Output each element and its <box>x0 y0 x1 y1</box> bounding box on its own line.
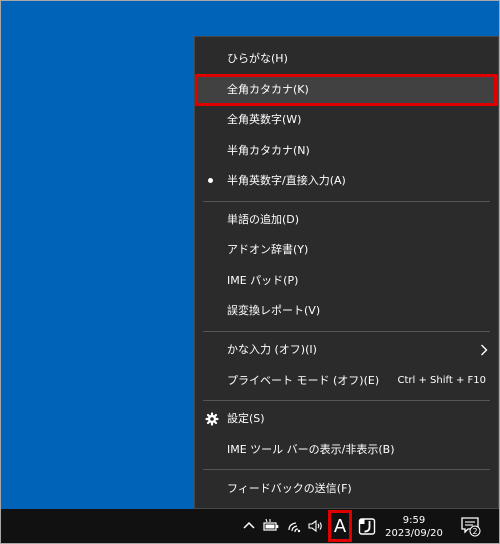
screen: ひらがな(H) 全角カタカナ(K) 全角英数字(W) 半角カタカナ(N) 半角英… <box>0 0 500 544</box>
menu-item-label: 単語の追加(D) <box>227 213 300 226</box>
menu-item-label: かな入力 (オフ)(I) <box>227 343 317 356</box>
menu-item-label: IME ツール バーの表示/非表示(B) <box>227 443 395 456</box>
menu-item-label: ひらがな(H) <box>227 52 288 65</box>
clock-time[interactable]: 9:59 <box>391 515 437 527</box>
menu-separator <box>203 469 490 470</box>
menu-separator <box>203 400 490 401</box>
notification-count: 2 <box>472 527 477 536</box>
menu-item-settings[interactable]: 設定(S) <box>195 404 498 434</box>
menu-separator <box>203 331 490 332</box>
menu-item-label: 全角英数字(W) <box>227 113 302 126</box>
menu-item-label: アドオン辞書(Y) <box>227 243 309 256</box>
taskbar: A 9:59 2023/09/20 2 <box>1 509 499 543</box>
menu-item-label: プライベート モード (オフ)(E) <box>227 374 380 387</box>
menu-item-label: IME パッド(P) <box>227 274 299 287</box>
menu-item-kana-input[interactable]: かな入力 (オフ)(I) <box>195 335 498 365</box>
menu-item-private-mode[interactable]: プライベート モード (オフ)(E) Ctrl + Shift + F10 <box>195 366 498 396</box>
ime-context-menu: ひらがな(H) 全角カタカナ(K) 全角英数字(W) 半角カタカナ(N) 半角英… <box>194 36 499 509</box>
ime-mode-button[interactable]: A <box>328 510 352 542</box>
menu-item-ime-pad[interactable]: IME パッド(P) <box>195 266 498 296</box>
menu-item-hiragana[interactable]: ひらがな(H) <box>195 44 498 74</box>
menu-item-label: 設定(S) <box>227 412 265 425</box>
menu-item-add-word[interactable]: 単語の追加(D) <box>195 205 498 235</box>
menu-item-toggle-ime-toolbar[interactable]: IME ツール バーの表示/非表示(B) <box>195 435 498 465</box>
menu-item-label: 半角カタカナ(N) <box>227 144 310 157</box>
gear-icon <box>205 412 219 426</box>
input-app-icon[interactable] <box>358 517 376 535</box>
ime-mode-icon: A <box>333 516 347 537</box>
chevron-right-icon <box>481 344 488 356</box>
battery-icon[interactable] <box>262 517 280 535</box>
menu-item-send-feedback[interactable]: フィードバックの送信(F) <box>195 474 498 504</box>
menu-item-fullwidth-katakana[interactable]: 全角カタカナ(K) <box>195 75 498 105</box>
menu-item-conversion-report[interactable]: 誤変換レポート(V) <box>195 296 498 326</box>
menu-item-label: フィードバックの送信(F) <box>227 482 352 495</box>
menu-item-label: 半角英数字/直接入力(A) <box>227 174 346 187</box>
menu-item-fullwidth-alphanumeric[interactable]: 全角英数字(W) <box>195 105 498 135</box>
menu-item-halfwidth-katakana[interactable]: 半角カタカナ(N) <box>195 136 498 166</box>
chevron-up-icon[interactable] <box>240 517 258 535</box>
menu-shortcut: Ctrl + Shift + F10 <box>397 375 486 386</box>
notification-icon[interactable]: 2 <box>460 516 482 538</box>
menu-item-halfwidth-alphanumeric[interactable]: 半角英数字/直接入力(A) <box>195 166 498 196</box>
wifi-icon[interactable] <box>286 517 304 535</box>
clock-date[interactable]: 2023/09/20 <box>380 528 448 540</box>
selected-bullet-icon <box>208 178 213 183</box>
menu-item-label: 誤変換レポート(V) <box>227 304 321 317</box>
menu-item-addon-dictionary[interactable]: アドオン辞書(Y) <box>195 235 498 265</box>
speaker-icon[interactable] <box>307 517 325 535</box>
menu-item-label: 全角カタカナ(K) <box>227 83 309 96</box>
menu-separator <box>203 201 490 202</box>
